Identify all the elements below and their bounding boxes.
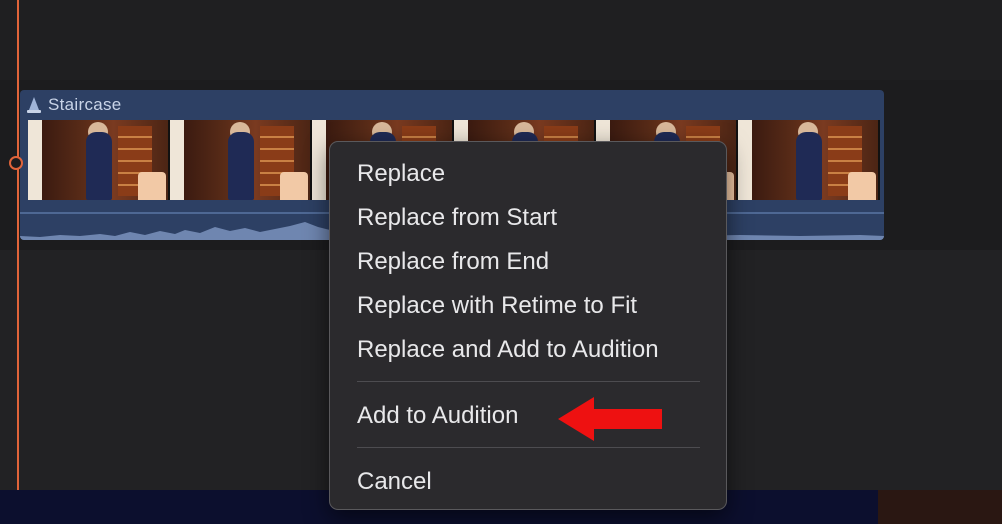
filmstrip-frame — [170, 120, 312, 200]
playhead-handle[interactable] — [9, 156, 23, 170]
clip-header: Staircase — [20, 90, 884, 120]
menu-item-replace-and-add-to-audition[interactable]: Replace and Add to Audition — [330, 330, 726, 370]
filmstrip-frame — [28, 120, 170, 200]
menu-item-cancel[interactable]: Cancel — [330, 462, 726, 502]
playhead[interactable] — [17, 0, 19, 490]
menu-separator — [357, 447, 700, 448]
menu-separator — [357, 381, 700, 382]
menu-item-add-to-audition[interactable]: Add to Audition — [330, 396, 726, 436]
filmstrip-frame — [738, 120, 880, 200]
clip-title: Staircase — [48, 95, 122, 114]
audition-icon — [27, 97, 41, 113]
context-menu: Replace Replace from Start Replace from … — [329, 141, 727, 510]
red-arrow-icon — [558, 397, 662, 441]
menu-item-replace[interactable]: Replace — [330, 154, 726, 194]
menu-item-replace-with-retime-to-fit[interactable]: Replace with Retime to Fit — [330, 286, 726, 326]
menu-item-replace-from-start[interactable]: Replace from Start — [330, 198, 726, 238]
menu-item-replace-from-end[interactable]: Replace from End — [330, 242, 726, 282]
timeline-top-area — [0, 0, 1002, 80]
bottom-right-strip — [878, 490, 1002, 524]
